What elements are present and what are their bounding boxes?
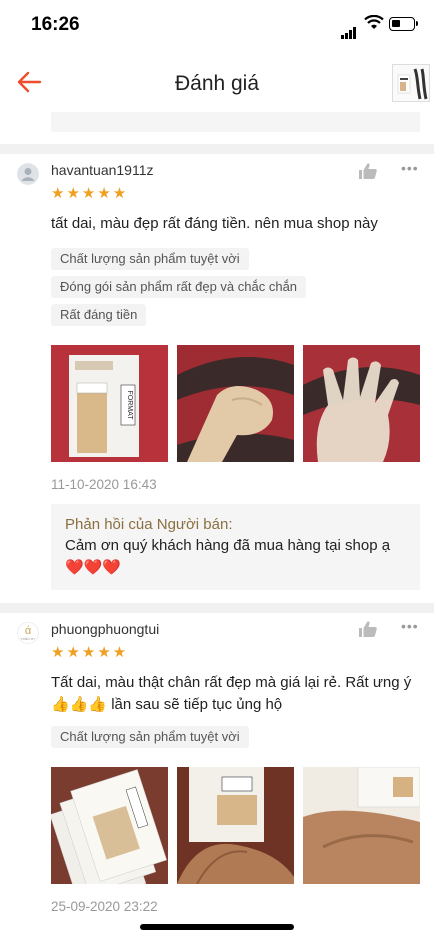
divider bbox=[0, 144, 434, 154]
review-photo[interactable] bbox=[51, 767, 168, 884]
cellular-signal-icon bbox=[341, 21, 357, 39]
review-photo[interactable] bbox=[303, 767, 420, 884]
wifi-icon bbox=[364, 15, 384, 29]
seller-reply: Phản hồi của Người bán: Cảm ơn quý khách… bbox=[51, 504, 420, 590]
status-time: 16:26 bbox=[31, 14, 80, 35]
battery-icon bbox=[389, 17, 418, 31]
review-username[interactable]: havantuan1911z bbox=[51, 162, 154, 178]
seller-reply-text: Cảm ơn quý khách hàng đã mua hàng tại sh… bbox=[65, 535, 406, 579]
home-indicator[interactable] bbox=[140, 924, 294, 930]
status-bar: 16:26 bbox=[0, 0, 434, 52]
review-date: 11-10-2020 16:43 bbox=[51, 477, 157, 492]
page-title: Đánh giá bbox=[174, 72, 260, 95]
star-rating: ★★★★★ bbox=[51, 185, 129, 202]
review-photo[interactable] bbox=[177, 345, 294, 462]
review-photo[interactable] bbox=[303, 345, 420, 462]
avatar[interactable] bbox=[17, 163, 39, 185]
review-username[interactable]: phuongphuongtui bbox=[51, 621, 159, 637]
nav-header: Đánh giá bbox=[0, 52, 434, 114]
more-options-icon[interactable]: ••• bbox=[401, 160, 419, 176]
review-tag: Rất đáng tiền bbox=[51, 304, 147, 326]
divider bbox=[0, 603, 434, 613]
avatar-logo-text: TRIỀU MY bbox=[20, 637, 36, 641]
like-icon[interactable] bbox=[358, 620, 378, 638]
review-photo[interactable] bbox=[177, 767, 294, 884]
review-tag: Đóng gói sản phẩm rất đẹp và chắc chắn bbox=[51, 276, 307, 298]
review-text: tất dai, màu đẹp rất đáng tiền. nên mua … bbox=[51, 215, 378, 232]
more-options-icon[interactable]: ••• bbox=[401, 618, 419, 634]
star-rating: ★★★★★ bbox=[51, 644, 129, 661]
previous-reply-box bbox=[51, 112, 420, 132]
product-thumbnail[interactable] bbox=[392, 64, 430, 102]
heart-emojis: ❤️❤️❤️ bbox=[65, 559, 122, 576]
seller-reply-title: Phản hồi của Người bán: bbox=[65, 516, 233, 533]
review-date: 25-09-2020 23:22 bbox=[51, 899, 158, 914]
like-icon[interactable] bbox=[358, 162, 378, 180]
avatar[interactable]: ά TRIỀU MY bbox=[17, 622, 39, 644]
review-photo[interactable]: FORMAT bbox=[51, 345, 168, 462]
review-tag: Chất lượng sản phẩm tuyệt vời bbox=[51, 248, 249, 270]
review-text: Tất dai, màu thật chân rất đẹp mà giá lạ… bbox=[51, 674, 412, 713]
review-tag: Chất lượng sản phẩm tuyệt vời bbox=[51, 726, 249, 748]
product-brand-label: FORMAT bbox=[126, 390, 133, 420]
seller-reply-body: Cảm ơn quý khách hàng đã mua hàng tại sh… bbox=[65, 537, 391, 554]
avatar-logo: ά bbox=[24, 625, 32, 637]
